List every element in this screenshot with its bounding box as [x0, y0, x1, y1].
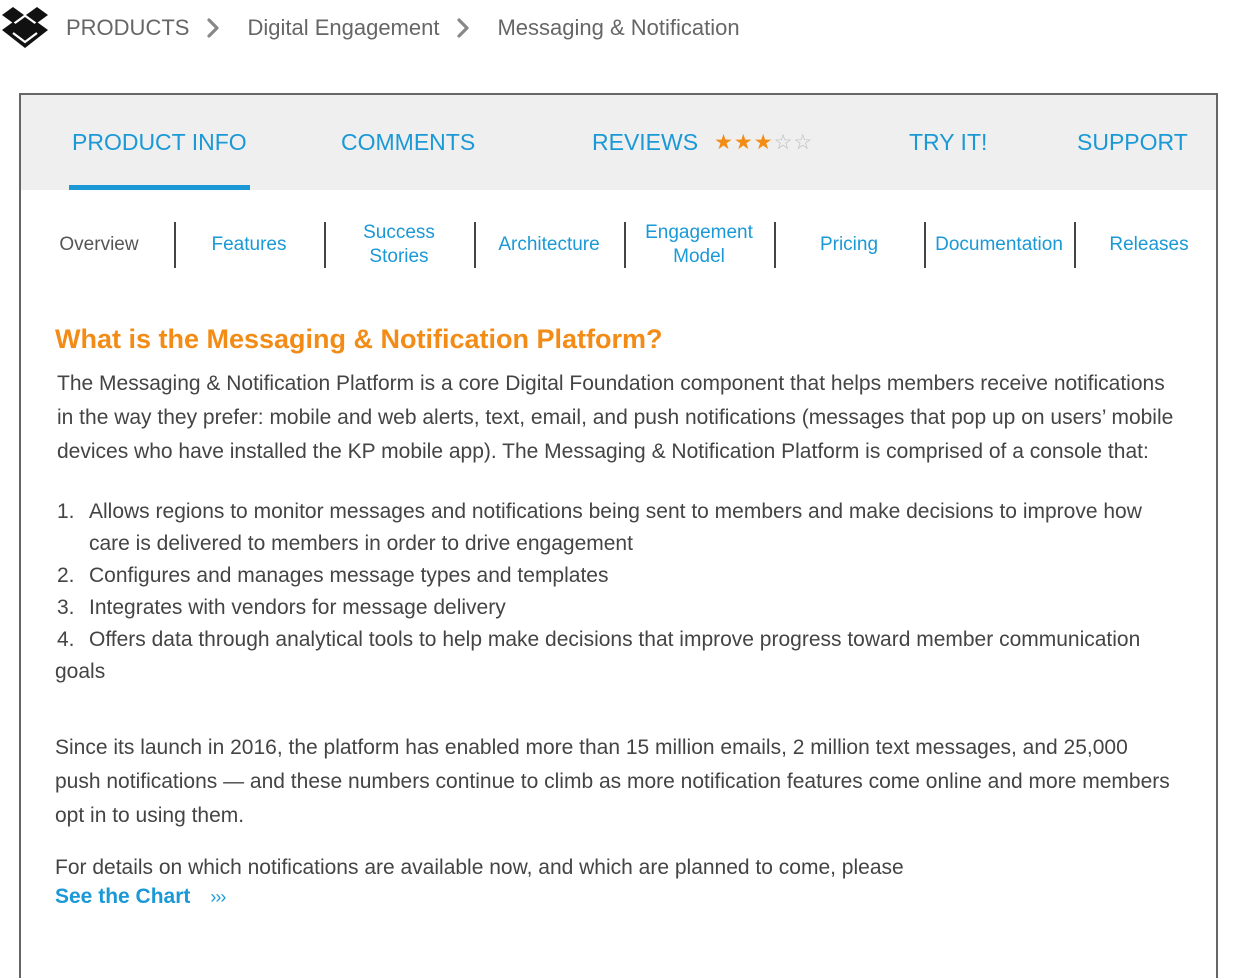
chevron-right-icon	[207, 18, 220, 38]
star-filled-icon: ★	[733, 131, 754, 154]
product-panel: PRODUCT INFO COMMENTS REVIEWS ★★★☆☆ TRY …	[19, 93, 1218, 978]
list-item-text: Integrates with vendors for message deli…	[89, 596, 506, 619]
console-capabilities-list: 1. Allows regions to monitor messages and…	[55, 496, 1175, 688]
intro-paragraph: The Messaging & Notification Platform is…	[57, 372, 1174, 463]
tab-comments[interactable]: COMMENTS	[341, 95, 475, 190]
tab-label: PRODUCT INFO	[72, 129, 247, 155]
see-the-chart-link[interactable]: See the Chart ›››	[55, 885, 226, 909]
subnav-features[interactable]: Features	[174, 222, 324, 268]
subnav-architecture[interactable]: Architecture	[474, 222, 624, 268]
list-item: 2. Configures and manages message types a…	[55, 560, 1175, 592]
star-empty-icon: ☆	[793, 131, 814, 154]
overview-content: What is the Messaging & Notification Pla…	[55, 321, 1175, 909]
breadcrumb-item-products[interactable]: PRODUCTS	[66, 15, 189, 41]
list-item: 3. Integrates with vendors for message de…	[55, 592, 1175, 624]
star-filled-icon: ★	[753, 131, 774, 154]
tab-support[interactable]: SUPPORT	[1077, 95, 1188, 190]
subnav-documentation[interactable]: Documentation	[924, 222, 1074, 268]
page-title: What is the Messaging & Notification Pla…	[55, 324, 663, 354]
chevron-right-icon	[457, 18, 470, 38]
list-item-text: Allows regions to monitor messages and n…	[89, 500, 1142, 555]
triple-chevron-right-icon: ›››	[210, 886, 226, 907]
tab-product-info[interactable]: PRODUCT INFO	[69, 95, 250, 190]
sub-navigation: Overview Features Success Stories Archit…	[21, 222, 1216, 268]
subnav-success-stories[interactable]: Success Stories	[324, 222, 474, 268]
list-item: 4. Offers data through analytical tools t…	[55, 628, 1141, 683]
breadcrumb-item-digital-engagement[interactable]: Digital Engagement	[247, 15, 439, 41]
tab-label: SUPPORT	[1077, 129, 1188, 155]
see-the-chart-label: See the Chart	[55, 885, 191, 908]
list-item-text: Offers data through analytical tools to …	[55, 628, 1141, 683]
tab-label: TRY IT!	[909, 129, 988, 155]
star-filled-icon: ★	[714, 131, 734, 154]
tab-reviews[interactable]: REVIEWS ★★★☆☆	[592, 95, 813, 190]
details-paragraph: For details on which notifications are a…	[55, 856, 904, 879]
breadcrumb-item-messaging-notification: Messaging & Notification	[497, 15, 740, 40]
tab-try-it[interactable]: TRY IT!	[909, 95, 987, 190]
list-item-number: 1.	[57, 500, 75, 523]
tab-bar: PRODUCT INFO COMMENTS REVIEWS ★★★☆☆ TRY …	[21, 95, 1216, 190]
subnav-engagement-model[interactable]: Engagement Model	[624, 222, 774, 268]
list-item: 1. Allows regions to monitor messages and…	[55, 496, 1175, 560]
logo-icon[interactable]	[0, 6, 50, 50]
star-empty-icon: ☆	[773, 131, 794, 154]
subnav-pricing[interactable]: Pricing	[774, 222, 924, 268]
breadcrumb: PRODUCTS Digital Engagement Messaging & …	[0, 6, 740, 50]
subnav-releases[interactable]: Releases	[1074, 222, 1224, 268]
rating-stars: ★★★☆☆	[714, 130, 813, 155]
tab-label: COMMENTS	[341, 129, 476, 155]
stats-paragraph: Since its launch in 2016, the platform h…	[55, 736, 1170, 827]
list-item-number: 3.	[57, 596, 75, 619]
list-item-text: Configures and manages message types and…	[89, 564, 609, 587]
subnav-overview[interactable]: Overview	[24, 222, 174, 268]
list-item-number: 2.	[57, 564, 75, 587]
tab-label: REVIEWS	[592, 129, 699, 155]
